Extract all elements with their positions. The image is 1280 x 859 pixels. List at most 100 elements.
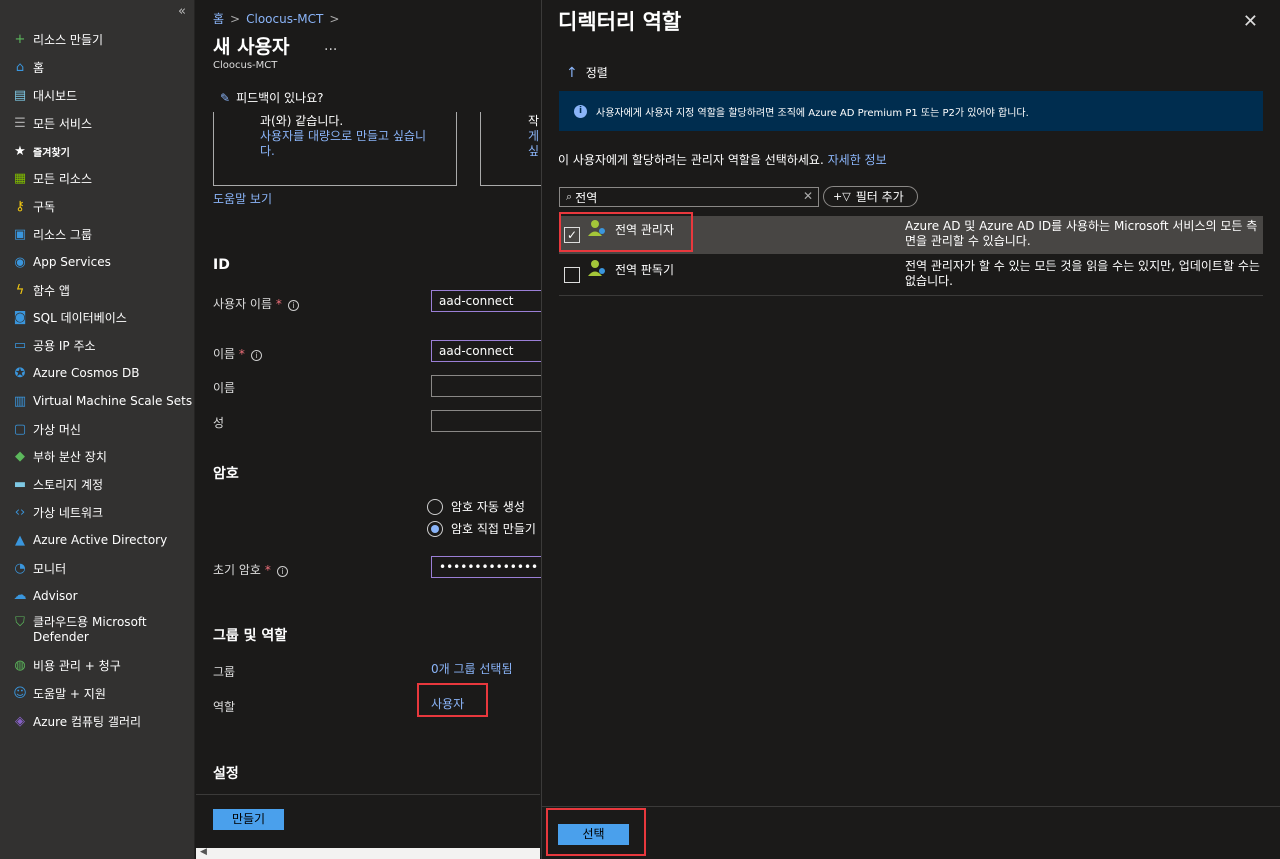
first-name-input[interactable] (431, 375, 551, 397)
feedback-link[interactable]: ✎ 피드백이 있나요? (220, 89, 324, 106)
sidebar-item-label: Azure Cosmos DB (33, 366, 140, 381)
vmss-icon: ▥ (13, 393, 27, 409)
azure-portal: « + 리소스 만들기 ⌂ 홈 ▤ 대시보드 ☰ 모든 서비스 ★ 즐겨찾기 ▦ 모든 리소스 ⚷ 구독 ▣… (0, 0, 1280, 859)
radio-auto-password[interactable]: 암호 자동 생성 (427, 498, 525, 515)
create-button[interactable]: 만들기 (213, 809, 284, 830)
sidebar-item[interactable]: ✪ Azure Cosmos DB (0, 360, 195, 388)
last-name-input[interactable] (431, 410, 551, 432)
vnet-icon: ‹› (14, 504, 26, 520)
clear-search-icon[interactable]: ✕ (803, 189, 813, 203)
blade-footer: 만들기 (196, 794, 540, 848)
sidebar-item[interactable]: ◈ Azure 컴퓨팅 갤러리 (0, 707, 195, 735)
info-message: 사용자에게 사용자 지정 역할을 할당하려면 조직에 Azure AD Prem… (596, 107, 1029, 119)
search-input[interactable]: ⌕ 전역 ✕ (559, 187, 819, 207)
highlight-box (417, 683, 488, 717)
collapse-sidebar-button[interactable]: « (178, 4, 186, 19)
sidebar-item[interactable]: ⛉ 클라우드용 Microsoft Defender (0, 610, 195, 652)
sidebar-item[interactable]: ☺ 도움말 + 지원 (0, 680, 195, 708)
sidebar-item[interactable]: ▲ Azure Active Directory (0, 526, 195, 554)
breadcrumb-tenant[interactable]: Cloocus-MCT (246, 12, 323, 26)
sidebar-item-label: 클라우드용 Microsoft Defender (33, 614, 147, 644)
defender-icon: ⛉ (15, 615, 25, 631)
bulk-create-link[interactable]: 사용자를 대량으로 만들고 싶습니 다. (260, 129, 456, 159)
id-section-title: ID (213, 257, 230, 273)
groups-link[interactable]: 0개 그룹 선택됨 (431, 660, 513, 677)
bulk-create-card[interactable]: 과(와) 같습니다. 사용자를 대량으로 만들고 싶습니 다. (213, 112, 457, 186)
close-icon[interactable]: ✕ (1243, 11, 1258, 32)
info-icon[interactable]: i (276, 566, 288, 577)
initial-password-input[interactable]: •••••••••••••• (431, 556, 551, 578)
radio-auto-label: 암호 자동 생성 (451, 500, 525, 514)
sidebar-item-label: Azure Active Directory (33, 533, 168, 548)
sidebar-item[interactable]: ϟ 함수 앱 (0, 276, 195, 304)
sidebar-item[interactable]: ▬ 스토리지 계정 (0, 471, 195, 499)
resource-group-icon: ▣ (13, 226, 27, 242)
invite-card[interactable]: 작 게 싶 (480, 112, 550, 186)
app-services-icon: ◉ (14, 254, 26, 270)
sidebar-item[interactable]: ▭ 공용 IP 주소 (0, 332, 195, 360)
learn-more-link[interactable]: 자세한 정보 (828, 153, 887, 167)
sidebar-item[interactable]: ▥ Virtual Machine Scale Sets (0, 387, 195, 415)
sidebar-item[interactable]: ◔ 모니터 (0, 554, 195, 582)
sidebar-item[interactable]: ▣ 리소스 그룹 (0, 221, 195, 249)
sidebar-item[interactable]: ▢ 가상 머신 (0, 415, 195, 443)
monitor-icon: ◔ (14, 560, 26, 576)
sidebar-item[interactable]: ★ 즐겨찾기 (0, 137, 195, 165)
advisor-icon: ☁ (13, 588, 27, 604)
role-checkbox[interactable] (564, 267, 580, 283)
sort-button[interactable]: ↑ 정렬 (566, 64, 608, 81)
sidebar-item[interactable]: ☁ Advisor (0, 582, 195, 610)
sidebar-item-label: 스토리지 계정 (33, 478, 104, 493)
radio-button[interactable] (427, 498, 443, 515)
add-filter-button[interactable]: +▽ 필터 추가 (823, 186, 918, 207)
breadcrumb-home[interactable]: 홈 (213, 12, 224, 26)
virtual-machine-icon: ▢ (13, 421, 27, 437)
dashboard-icon: ▤ (13, 87, 27, 103)
sidebar-item-label: 가상 네트워크 (33, 505, 104, 520)
sidebar-item[interactable]: ☰ 모든 서비스 (0, 109, 195, 137)
divider (559, 295, 1263, 296)
sidebar-item[interactable]: ⚷ 구독 (0, 193, 195, 221)
sidebar-item[interactable]: ◙ SQL 데이터베이스 (0, 304, 195, 332)
search-value: 전역 (575, 190, 598, 205)
storage-icon: ▬ (13, 477, 27, 493)
sidebar-item-label: Virtual Machine Scale Sets (33, 394, 193, 409)
grid-icon: ▦ (13, 171, 27, 187)
sidebar-nav: + 리소스 만들기 ⌂ 홈 ▤ 대시보드 ☰ 모든 서비스 ★ 즐겨찾기 ▦ 모든 리소스 ⚷ 구독 ▣ 리소… (0, 26, 195, 735)
sidebar-item[interactable]: ▦ 모든 리소스 (0, 165, 195, 193)
radio-button-selected[interactable] (427, 520, 443, 537)
required-mark: * (238, 347, 245, 361)
required-mark: * (264, 563, 271, 577)
role-row[interactable]: 전역 판독기 전역 관리자가 할 수 있는 모든 것을 읽을 수는 있지만, 업… (559, 256, 1263, 294)
info-icon[interactable]: i (250, 350, 262, 361)
info-icon[interactable]: i (287, 300, 299, 311)
last-name-label: 성 (213, 416, 225, 430)
radio-manual-label: 암호 직접 만들기 (451, 522, 536, 536)
info-icon: i (574, 104, 587, 118)
sidebar-item[interactable]: ◍ 비용 관리 + 청구 (0, 652, 195, 680)
home-icon: ⌂ (15, 60, 25, 76)
sidebar-item-label: Azure 컴퓨팅 갤러리 (33, 714, 142, 729)
sidebar-item[interactable]: ◆ 부하 분산 장치 (0, 443, 195, 471)
directory-roles-panel: 디렉터리 역할 ✕ ↑ 정렬 i 사용자에게 사용자 지정 역할을 할당하려면 … (541, 0, 1280, 859)
name-input[interactable]: aad-connect (431, 340, 551, 362)
sidebar-item[interactable]: ◉ App Services (0, 248, 195, 276)
username-input[interactable]: aad-connect (431, 290, 551, 312)
roles-label: 역할 (213, 700, 236, 714)
radio-manual-password[interactable]: 암호 직접 만들기 (427, 520, 536, 537)
scroll-left-icon[interactable]: ◀ (200, 847, 207, 857)
sidebar-item[interactable]: ⌂ 홈 (0, 54, 195, 82)
cost-icon: ◍ (14, 658, 26, 674)
sidebar-item[interactable]: ▤ 대시보드 (0, 82, 195, 110)
settings-section-title: 설정 (213, 766, 239, 782)
help-link[interactable]: 도움말 보기 (213, 190, 272, 207)
sidebar-item[interactable]: ‹› 가상 네트워크 (0, 499, 195, 527)
horizontal-scrollbar[interactable]: ◀ (196, 847, 540, 859)
card-text: 과(와) 같습니다. (260, 114, 344, 128)
sidebar-item[interactable]: + 리소스 만들기 (0, 26, 195, 54)
breadcrumb-separator: > (329, 12, 340, 26)
role-description: 전역 관리자가 할 수 있는 모든 것을 읽을 수는 있지만, 업데이트할 수는… (905, 259, 1260, 288)
sidebar-item-label: 모니터 (33, 561, 67, 576)
more-options-button[interactable]: ... (324, 38, 337, 54)
sidebar-item-label: App Services (33, 255, 111, 270)
